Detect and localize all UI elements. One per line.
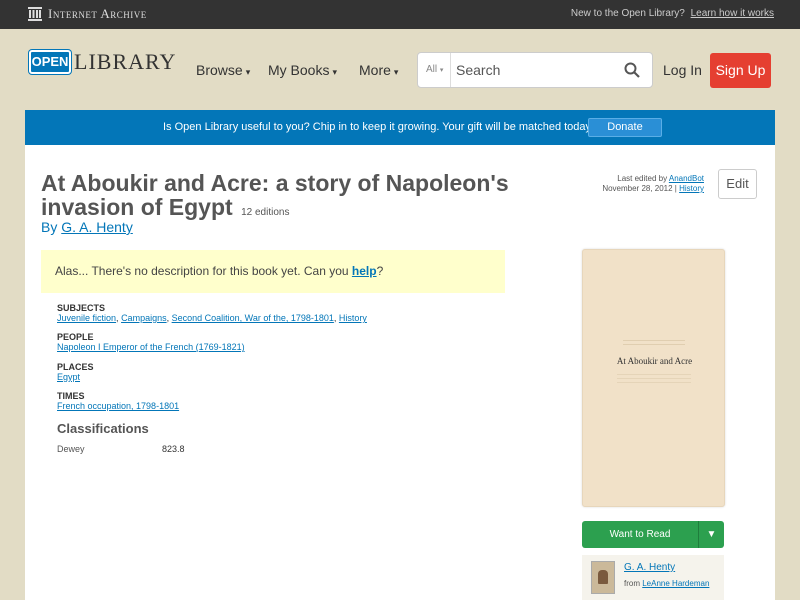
search-icon[interactable] [624,62,640,83]
search-scope-select[interactable]: All ▾ [418,53,451,87]
cover-title: At Aboukir and Acre [616,356,693,366]
book-page-content: At Aboukir and Acre: a story of Napoleon… [25,145,775,600]
search-input[interactable] [456,60,616,80]
subject-link[interactable]: Campaigns [121,313,167,323]
chevron-down-icon: ▾ [245,67,251,77]
dewey-value: 823.8 [162,444,185,454]
donate-message: Is Open Library useful to you? Chip in t… [163,121,595,133]
nav-browse[interactable]: Browse ▾ [196,62,250,78]
last-edited-date: November 28, 2012 [602,184,673,193]
person-link[interactable]: Napoleon I Emperor of the French (1769-1… [57,342,245,352]
last-edited-label: Last edited by [617,174,668,183]
search-scope-label: All [426,64,438,75]
want-to-read-control: Want to Read ▼ [582,521,724,548]
internet-archive-bar: Internet Archive New to the Open Library… [0,0,800,29]
open-library-logo[interactable]: OPEN LIBRARY [29,49,176,75]
login-link[interactable]: Log In [663,62,702,78]
ia-new-user-note: New to the Open Library? Learn how it wo… [571,8,774,19]
chevron-down-icon: ▾ [332,67,337,77]
subject-link[interactable]: History [339,313,367,323]
archive-building-icon [28,7,42,21]
nav-more[interactable]: More ▾ [359,62,398,78]
by-label: By [41,219,58,235]
place-link[interactable]: Egypt [57,372,80,382]
learn-how-link[interactable]: Learn how it works [691,8,774,19]
time-link[interactable]: French occupation, 1798-1801 [57,401,179,411]
logo-open-badge: OPEN [29,50,71,74]
times-section: Times French occupation, 1798-1801 [57,391,179,411]
editions-count: 12 editions [241,207,290,218]
description-text: Alas... There's no description for this … [55,264,349,278]
source-user-link[interactable]: LeAnne Hardeman [642,579,709,588]
history-link[interactable]: History [679,184,704,193]
internet-archive-logo-text: Internet Archive [48,6,147,21]
nav-my-books[interactable]: My Books ▾ [268,62,337,78]
want-to-read-button[interactable]: Want to Read [582,521,698,548]
author-photo[interactable] [591,561,615,594]
author-card-link[interactable]: G. A. Henty [624,562,675,573]
times-header: Times [57,391,85,401]
people-section: People Napoleon I Emperor of the French … [57,332,245,352]
logo-library-text: LIBRARY [74,49,177,74]
donate-button[interactable]: Donate [588,118,662,137]
cover-decoration [617,374,691,386]
author-card-source: from LeAnne Hardeman [624,579,709,588]
subjects-header: Subjects [57,303,106,313]
nav-more-label: More [359,62,391,78]
description-tail: ? [376,264,384,278]
subject-link[interactable]: Second Coalition, War of the, 1798-1801 [172,313,334,323]
description-notice: Alas... There's no description for this … [41,250,505,293]
classifications-header: Classifications [57,421,149,436]
caret-down-icon[interactable]: ▼ [698,521,724,548]
chevron-down-icon: ▾ [439,67,444,74]
edit-button[interactable]: Edit [718,169,757,199]
subjects-section: Subjects Juvenile fiction, Campaigns, Se… [57,303,367,323]
dewey-label: Dewey [57,444,85,454]
byline: By G. A. Henty [41,219,133,235]
author-card: G. A. Henty from LeAnne Hardeman [582,555,724,600]
book-title: At Aboukir and Acre: a story of Napoleon… [41,171,541,225]
signup-button[interactable]: Sign Up [710,53,771,88]
nav-my-books-label: My Books [268,62,330,78]
last-edited-info: Last edited by AnandBot November 28, 201… [602,174,704,193]
ia-new-text: New to the Open Library? [570,8,685,19]
internet-archive-logo[interactable]: Internet Archive [28,6,147,22]
subject-link[interactable]: Juvenile fiction [57,313,116,323]
places-header: Places [57,362,94,372]
open-library-header: OPEN LIBRARY Browse ▾ My Books ▾ More ▾ All… [0,29,800,109]
book-cover[interactable]: At Aboukir and Acre [582,249,725,507]
chevron-down-icon: ▾ [393,67,399,77]
search-bar: All ▾ [417,52,653,88]
cover-decoration [623,340,685,348]
nav-browse-label: Browse [196,62,243,78]
people-header: People [57,332,94,342]
last-edited-user-link[interactable]: AnandBot [669,174,704,183]
author-link[interactable]: G. A. Henty [61,219,133,235]
from-label: from [624,579,640,588]
help-link[interactable]: help [352,264,377,278]
places-section: Places Egypt [57,362,94,382]
donate-banner: Is Open Library useful to you? Chip in t… [25,110,775,145]
